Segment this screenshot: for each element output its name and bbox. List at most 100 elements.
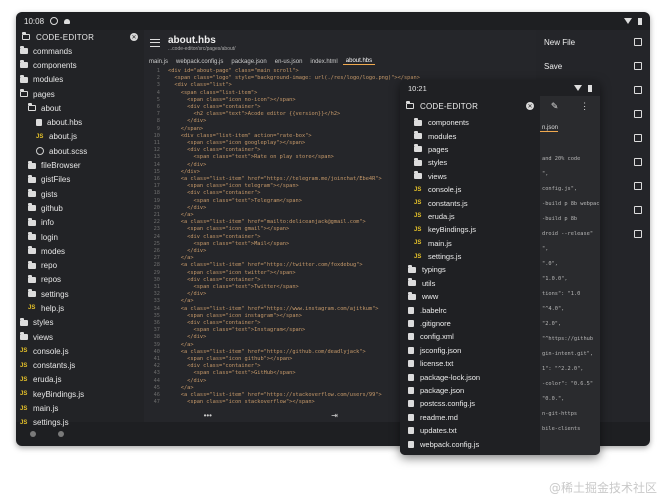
line-number: 27 xyxy=(153,255,160,262)
folder-icon xyxy=(20,46,28,55)
tree-item[interactable]: license.txt xyxy=(400,357,540,370)
tree-item[interactable]: components xyxy=(400,116,540,129)
edit-icon[interactable]: ✎ xyxy=(551,101,559,112)
save-all-icon xyxy=(634,110,642,118)
code-line: n-git-https xyxy=(542,411,578,417)
tree-item[interactable]: config.xml xyxy=(400,330,540,343)
tree-item[interactable]: postcss.config.js xyxy=(400,397,540,410)
code-line: </div> xyxy=(168,291,207,298)
editor-tab[interactable]: en-us.json xyxy=(272,59,306,65)
tree-item[interactable]: JS eruda.js xyxy=(400,210,540,223)
tree-item[interactable]: commands xyxy=(16,44,144,58)
tree-item[interactable]: about xyxy=(16,101,144,115)
tree-item[interactable]: github xyxy=(16,201,144,215)
tree-item-label: settings.js xyxy=(428,252,462,262)
tree-item[interactable]: fileBrowser xyxy=(16,158,144,172)
line-number: 30 xyxy=(153,276,160,283)
tree-item[interactable]: pages xyxy=(16,87,144,101)
editor-tab[interactable]: main.js xyxy=(146,59,171,65)
delete-icon xyxy=(634,134,642,142)
line-number: 42 xyxy=(153,363,160,370)
tree-item[interactable]: styles xyxy=(400,156,540,169)
tree-item[interactable]: JS console.js xyxy=(400,183,540,196)
tree-item[interactable]: JS keyBindings.js xyxy=(16,387,144,401)
editor-tab[interactable]: about.hbs xyxy=(342,58,376,65)
code-line: droid --release" xyxy=(542,231,594,237)
tree-item[interactable]: components xyxy=(16,58,144,72)
editor-tab[interactable]: package.json xyxy=(228,59,269,65)
menu-icon[interactable] xyxy=(150,39,160,47)
tree-item[interactable]: login xyxy=(16,230,144,244)
tree-item-label: jsconfig.json xyxy=(420,345,462,355)
line-number: 11 xyxy=(153,140,160,146)
tree-item[interactable]: repos xyxy=(16,273,144,287)
tree-item[interactable]: JS console.js xyxy=(16,344,144,358)
line-number: 4 xyxy=(156,89,160,96)
code-icon xyxy=(634,182,642,190)
folder-icon xyxy=(28,160,36,169)
editor-tab[interactable]: index.html xyxy=(307,59,340,65)
tree-item[interactable]: JS settings.js xyxy=(400,250,540,263)
code-line: "2.0", xyxy=(542,321,562,327)
tree-item[interactable]: .gitignore xyxy=(400,317,540,330)
tree-item[interactable]: pages xyxy=(400,143,540,156)
code-line: </a> xyxy=(168,212,194,218)
line-number: 32 xyxy=(153,291,160,298)
tree-item[interactable]: views xyxy=(16,330,144,344)
tree-item[interactable]: package.json xyxy=(400,384,540,397)
js-file-icon: JS xyxy=(20,348,28,355)
tree-item-label: commands xyxy=(33,46,73,56)
tree-item[interactable]: typings xyxy=(400,263,540,276)
tree-item[interactable]: updates.txt xyxy=(400,424,540,437)
tree-item-label: styles xyxy=(428,158,448,168)
folder-icon xyxy=(20,74,28,83)
tree-item[interactable]: settings xyxy=(16,287,144,301)
tree-item[interactable]: about.hbs xyxy=(16,115,144,129)
tree-item[interactable]: JS constants.js xyxy=(400,196,540,209)
menu-item[interactable]: New File xyxy=(536,30,650,54)
tree-item[interactable]: www xyxy=(400,290,540,303)
tree-item-label: constants.js xyxy=(33,361,76,371)
code-line: -color": "0.6.5" xyxy=(542,381,594,387)
tree-item[interactable]: JS eruda.js xyxy=(16,373,144,387)
tree-item[interactable]: about.scss xyxy=(16,144,144,158)
tree-item[interactable]: JS about.js xyxy=(16,130,144,144)
close-icon[interactable]: ✕ xyxy=(130,33,138,41)
line-number: 22 xyxy=(153,219,160,226)
line-number: 2 xyxy=(156,75,160,82)
phone-drawer-title: CODE-EDITOR xyxy=(420,101,479,111)
tree-item-label: about.hbs xyxy=(47,118,83,128)
tree-item[interactable]: info xyxy=(16,216,144,230)
phone-tab[interactable]: n.json xyxy=(540,125,559,132)
tree-item[interactable]: JS constants.js xyxy=(16,359,144,373)
tree-item[interactable]: JS main.js xyxy=(400,237,540,250)
tree-item[interactable]: gistFiles xyxy=(16,173,144,187)
tree-item[interactable]: package-lock.json xyxy=(400,370,540,383)
nav-home-icon[interactable] xyxy=(58,431,64,437)
editor-tab[interactable]: webpack.config.js xyxy=(173,59,226,65)
tree-item[interactable]: utils xyxy=(400,277,540,290)
tree-item[interactable]: repo xyxy=(16,258,144,272)
tree-item[interactable]: JS keyBindings.js xyxy=(400,223,540,236)
nav-back-icon[interactable] xyxy=(30,431,36,437)
tree-item[interactable]: styles xyxy=(16,316,144,330)
tree-item[interactable]: gists xyxy=(16,187,144,201)
code-line: config.js", xyxy=(542,186,578,192)
tree-item[interactable]: modules xyxy=(16,73,144,87)
tree-item[interactable]: views xyxy=(400,170,540,183)
code-line: <span class="icon stackoverflow"></span> xyxy=(168,399,315,406)
tree-item[interactable]: modules xyxy=(400,129,540,142)
tree-item[interactable]: readme.md xyxy=(400,411,540,424)
more-vert-icon[interactable]: ⋮ xyxy=(580,101,589,112)
more-icon[interactable]: ••• xyxy=(204,411,212,420)
close-icon[interactable]: ✕ xyxy=(526,102,534,110)
menu-item[interactable]: Save xyxy=(536,54,650,78)
line-number: 9 xyxy=(156,125,160,132)
tree-item[interactable]: jsconfig.json xyxy=(400,344,540,357)
tab-key-icon[interactable]: ⇥ xyxy=(331,411,338,420)
tree-item[interactable]: modes xyxy=(16,244,144,258)
tree-item[interactable]: .babelrc xyxy=(400,303,540,316)
tree-item[interactable]: JS help.js xyxy=(16,301,144,315)
tree-item[interactable]: JS main.js xyxy=(16,401,144,415)
tree-item[interactable]: webpack.config.js xyxy=(400,437,540,450)
